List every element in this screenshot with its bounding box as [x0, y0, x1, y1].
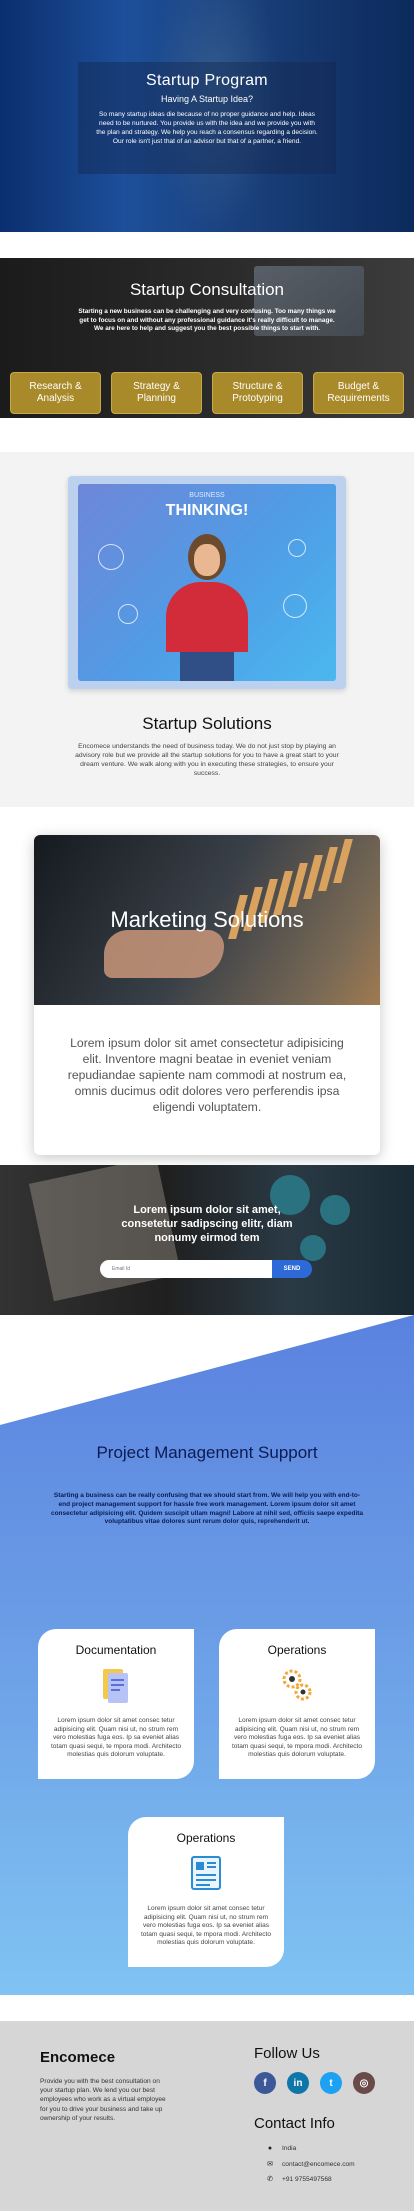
business-thinking-image: BUSINESS THINKING! [78, 484, 336, 681]
location-icon: ● [267, 2145, 273, 2152]
linkedin-icon[interactable]: in [287, 2072, 309, 2094]
card-title: Documentation [75, 1643, 157, 1657]
research-analysis-button[interactable]: Research & Analysis [10, 372, 101, 414]
startup-solutions-text: Encomece understands the need of busines… [75, 743, 339, 777]
footer-brand: Encomece [40, 2049, 116, 2066]
diagonal-divider [0, 1315, 414, 1425]
consultation-text: Starting a new business can be challengi… [78, 308, 336, 332]
startup-solutions-section: BUSINESS THINKING! Startup Solutions Enc… [0, 452, 414, 807]
operations-card-2: Operations Lorem ipsum dolor sit amet co… [128, 1817, 284, 1967]
structure-prototyping-button[interactable]: Structure & Prototyping [212, 372, 303, 414]
follow-us-title: Follow Us [254, 2045, 320, 2062]
project-management-title: Project Management Support [96, 1443, 318, 1462]
newsletter-form: SEND [100, 1260, 312, 1278]
strategy-planning-button[interactable]: Strategy & Planning [111, 372, 202, 414]
facebook-icon[interactable]: f [254, 2072, 276, 2094]
consultation-title: Startup Consultation [129, 280, 285, 299]
contact-location-text: India [282, 2145, 297, 2152]
twitter-icon[interactable]: t [320, 2072, 342, 2094]
marketing-card: Marketing Solutions Lorem ipsum dolor si… [34, 835, 380, 1155]
contact-phone-text[interactable]: +91 9755497568 [282, 2176, 332, 2183]
card-title: Operations [267, 1643, 327, 1657]
email-input[interactable] [100, 1260, 272, 1278]
image-caption-title: THINKING! [165, 502, 249, 519]
marketing-text: Lorem ipsum dolor sit amet consectetur a… [67, 1036, 347, 1114]
card-title: Operations [176, 1831, 236, 1845]
card-text: Lorem ipsum dolor sit amet consec tetur … [231, 1717, 363, 1759]
phone-icon: ✆ [267, 2176, 273, 2183]
gears-icon [282, 1669, 312, 1701]
marketing-title: Marketing Solutions [110, 907, 304, 932]
budget-requirements-button[interactable]: Budget & Requirements [313, 372, 404, 414]
project-management-text: Starting a business can be really confus… [50, 1492, 364, 1526]
card-text: Lorem ipsum dolor sit amet consec tetur … [50, 1717, 182, 1759]
social-links: f in t ◎ [254, 2072, 375, 2094]
contact-email-text[interactable]: contact@encomece.com [282, 2161, 355, 2168]
newsletter-heading: Lorem ipsum dolor sit amet, consetetur s… [121, 1204, 293, 1244]
hero-title: Startup Program [146, 72, 268, 89]
contact-location: ● India [266, 2145, 296, 2152]
image-caption-small: BUSINESS [189, 492, 225, 499]
project-management-section: Project Management Support Starting a bu… [0, 1315, 414, 1995]
instagram-icon[interactable]: ◎ [353, 2072, 375, 2094]
contact-info-title: Contact Info [254, 2115, 335, 2132]
contact-email[interactable]: ✉ contact@encomece.com [266, 2160, 355, 2169]
hero-section: Startup Program Having A Startup Idea? S… [0, 0, 414, 232]
startup-solutions-title: Startup Solutions [142, 714, 272, 733]
newsletter-section: Lorem ipsum dolor sit amet, consetetur s… [0, 1165, 414, 1315]
mail-icon: ✉ [267, 2161, 273, 2168]
dashboard-icon [191, 1856, 221, 1890]
footer-about: Provide you with the best consultation o… [40, 2078, 166, 2122]
hero-text: So many startup ideas die because of no … [96, 111, 318, 145]
documentation-card: Documentation Lorem ipsum dolor sit amet… [38, 1629, 194, 1779]
marketing-section: Marketing Solutions Lorem ipsum dolor si… [0, 831, 414, 1165]
send-button[interactable]: SEND [272, 1260, 312, 1278]
hero-subtitle: Having A Startup Idea? [160, 94, 254, 104]
documents-icon [103, 1669, 128, 1703]
footer: Encomece Provide you with the best consu… [0, 2021, 414, 2211]
card-text: Lorem ipsum dolor sit amet consec tetur … [140, 1905, 272, 1947]
consultation-buttons: Research & Analysis Strategy & Planning … [10, 372, 404, 414]
consultation-section: Startup Consultation Starting a new busi… [0, 258, 414, 418]
contact-phone[interactable]: ✆ +91 9755497568 [266, 2175, 332, 2184]
operations-card: Operations Lorem ipsum dolor sit amet co… [219, 1629, 375, 1779]
